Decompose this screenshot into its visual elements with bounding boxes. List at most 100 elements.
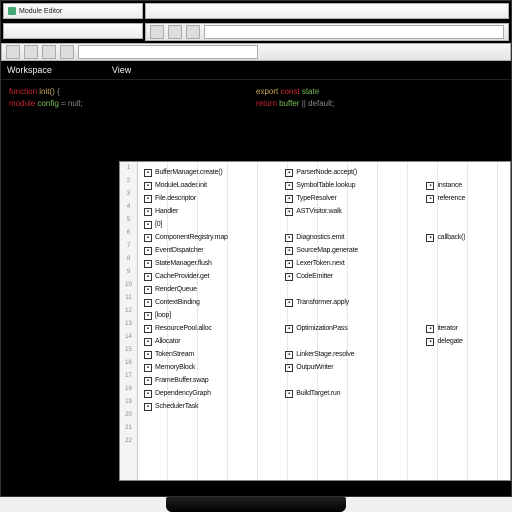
menu-workspace[interactable]: Workspace — [7, 65, 52, 75]
list-item[interactable]: ▪BuildTarget.run — [285, 387, 414, 400]
item-icon: ▪ — [144, 364, 152, 372]
list-item[interactable] — [426, 205, 504, 218]
item-label: ContextBinding — [155, 296, 200, 309]
path-field[interactable] — [78, 45, 258, 59]
list-item[interactable]: ▪CodeEmitter — [285, 270, 414, 283]
list-item[interactable] — [426, 270, 504, 283]
list-item[interactable] — [426, 387, 504, 400]
list-item[interactable] — [285, 400, 414, 413]
list-item[interactable]: ▪Allocator — [144, 335, 273, 348]
item-label: EventDispatcher — [155, 244, 203, 257]
window-title-left[interactable]: Module Editor — [3, 3, 143, 19]
list-item[interactable] — [426, 309, 504, 322]
list-item[interactable]: ▪delegate — [426, 335, 504, 348]
item-label: BuildTarget.run — [296, 387, 340, 400]
list-item[interactable]: ▪ParserNode.accept() — [285, 166, 414, 179]
list-item[interactable] — [285, 335, 414, 348]
list-item[interactable]: ▪[0] — [144, 218, 273, 231]
list-item[interactable]: ▪ModuleLoader.init — [144, 179, 273, 192]
item-icon: ▪ — [285, 234, 293, 242]
list-item[interactable]: ▪RenderQueue — [144, 283, 273, 296]
item-label: Transformer.apply — [296, 296, 349, 309]
list-item[interactable]: ▪OptimizationPass — [285, 322, 414, 335]
item-label: SchedulerTask — [155, 400, 198, 413]
list-item[interactable]: ▪MemoryBlock — [144, 361, 273, 374]
line-number: 20 — [120, 409, 137, 422]
line-number: 8 — [120, 253, 137, 266]
list-item[interactable]: ▪[loop] — [144, 309, 273, 322]
item-label: ParserNode.accept() — [296, 166, 357, 179]
item-icon: ▪ — [285, 260, 293, 268]
list-item[interactable] — [426, 283, 504, 296]
window-title-right[interactable] — [145, 3, 509, 19]
list-item[interactable]: ▪File.descriptor — [144, 192, 273, 205]
item-label: reference — [437, 192, 465, 205]
list-item[interactable]: ▪StateManager.flush — [144, 257, 273, 270]
list-item[interactable]: ▪SourceMap.generate — [285, 244, 414, 257]
item-label: callback() — [437, 231, 465, 244]
list-item[interactable]: ▪reference — [426, 192, 504, 205]
list-item[interactable]: ▪OutputWriter — [285, 361, 414, 374]
panel-content[interactable]: ▪BufferManager.create()▪ModuleLoader.ini… — [138, 162, 510, 480]
item-label: MemoryBlock — [155, 361, 195, 374]
list-item[interactable] — [285, 283, 414, 296]
list-item[interactable] — [426, 374, 504, 387]
toolbar-row-2 — [1, 43, 511, 61]
list-item[interactable] — [426, 400, 504, 413]
list-item[interactable]: ▪TokenStream — [144, 348, 273, 361]
item-label: CodeEmitter — [296, 270, 333, 283]
list-item[interactable] — [285, 218, 414, 231]
item-icon: ▪ — [426, 338, 434, 346]
list-item[interactable] — [426, 257, 504, 270]
list-item[interactable]: ▪FrameBuffer.swap — [144, 374, 273, 387]
item-label: TypeResolver — [296, 192, 336, 205]
menu-view[interactable]: View — [112, 65, 131, 75]
list-item[interactable] — [426, 296, 504, 309]
list-item[interactable]: ▪DependencyGraph — [144, 387, 273, 400]
tool-print[interactable] — [42, 45, 56, 59]
list-item[interactable]: ▪SchedulerTask — [144, 400, 273, 413]
list-item[interactable]: ▪TypeResolver — [285, 192, 414, 205]
list-item[interactable] — [285, 309, 414, 322]
list-item[interactable]: ▪CacheProvider.get — [144, 270, 273, 283]
item-icon: ▪ — [144, 221, 152, 229]
list-item[interactable]: ▪ContextBinding — [144, 296, 273, 309]
list-item[interactable] — [285, 374, 414, 387]
line-number: 9 — [120, 266, 137, 279]
window-titlebars: Module Editor — [1, 1, 511, 21]
list-item[interactable]: ▪callback() — [426, 231, 504, 244]
list-item[interactable]: ▪instance — [426, 179, 504, 192]
item-label: LexerToken.next — [296, 257, 344, 270]
list-item[interactable] — [426, 361, 504, 374]
list-item[interactable]: ▪ComponentRegistry.map — [144, 231, 273, 244]
list-item[interactable]: ▪EventDispatcher — [144, 244, 273, 257]
toolbar — [145, 23, 509, 41]
address-bar[interactable] — [204, 25, 504, 39]
back-button[interactable] — [150, 25, 164, 39]
list-item[interactable]: ▪Handler — [144, 205, 273, 218]
code-editor[interactable]: function init() { export const state mod… — [1, 80, 511, 116]
list-item[interactable]: ▪Diagnostics.emit — [285, 231, 414, 244]
list-item[interactable]: ▪ResourcePool.alloc — [144, 322, 273, 335]
list-item[interactable]: ▪BufferManager.create() — [144, 166, 273, 179]
list-item[interactable] — [426, 244, 504, 257]
tool-save[interactable] — [24, 45, 38, 59]
list-item[interactable]: ▪SymbolTable.lookup — [285, 179, 414, 192]
list-item[interactable]: ▪LexerToken.next — [285, 257, 414, 270]
line-number: 4 — [120, 201, 137, 214]
list-item[interactable] — [426, 218, 504, 231]
item-label: ASTVisitor.walk — [296, 205, 342, 218]
list-item[interactable]: ▪LinkerStage.resolve — [285, 348, 414, 361]
item-icon: ▪ — [144, 182, 152, 190]
forward-button[interactable] — [168, 25, 182, 39]
list-item[interactable] — [426, 348, 504, 361]
tool-open[interactable] — [6, 45, 20, 59]
list-item[interactable] — [426, 166, 504, 179]
list-item[interactable]: ▪Transformer.apply — [285, 296, 414, 309]
line-number: 1 — [120, 162, 137, 175]
refresh-button[interactable] — [186, 25, 200, 39]
list-item[interactable]: ▪ASTVisitor.walk — [285, 205, 414, 218]
tool-cut[interactable] — [60, 45, 74, 59]
secondary-bars — [1, 21, 511, 43]
list-item[interactable]: ▪iterator — [426, 322, 504, 335]
